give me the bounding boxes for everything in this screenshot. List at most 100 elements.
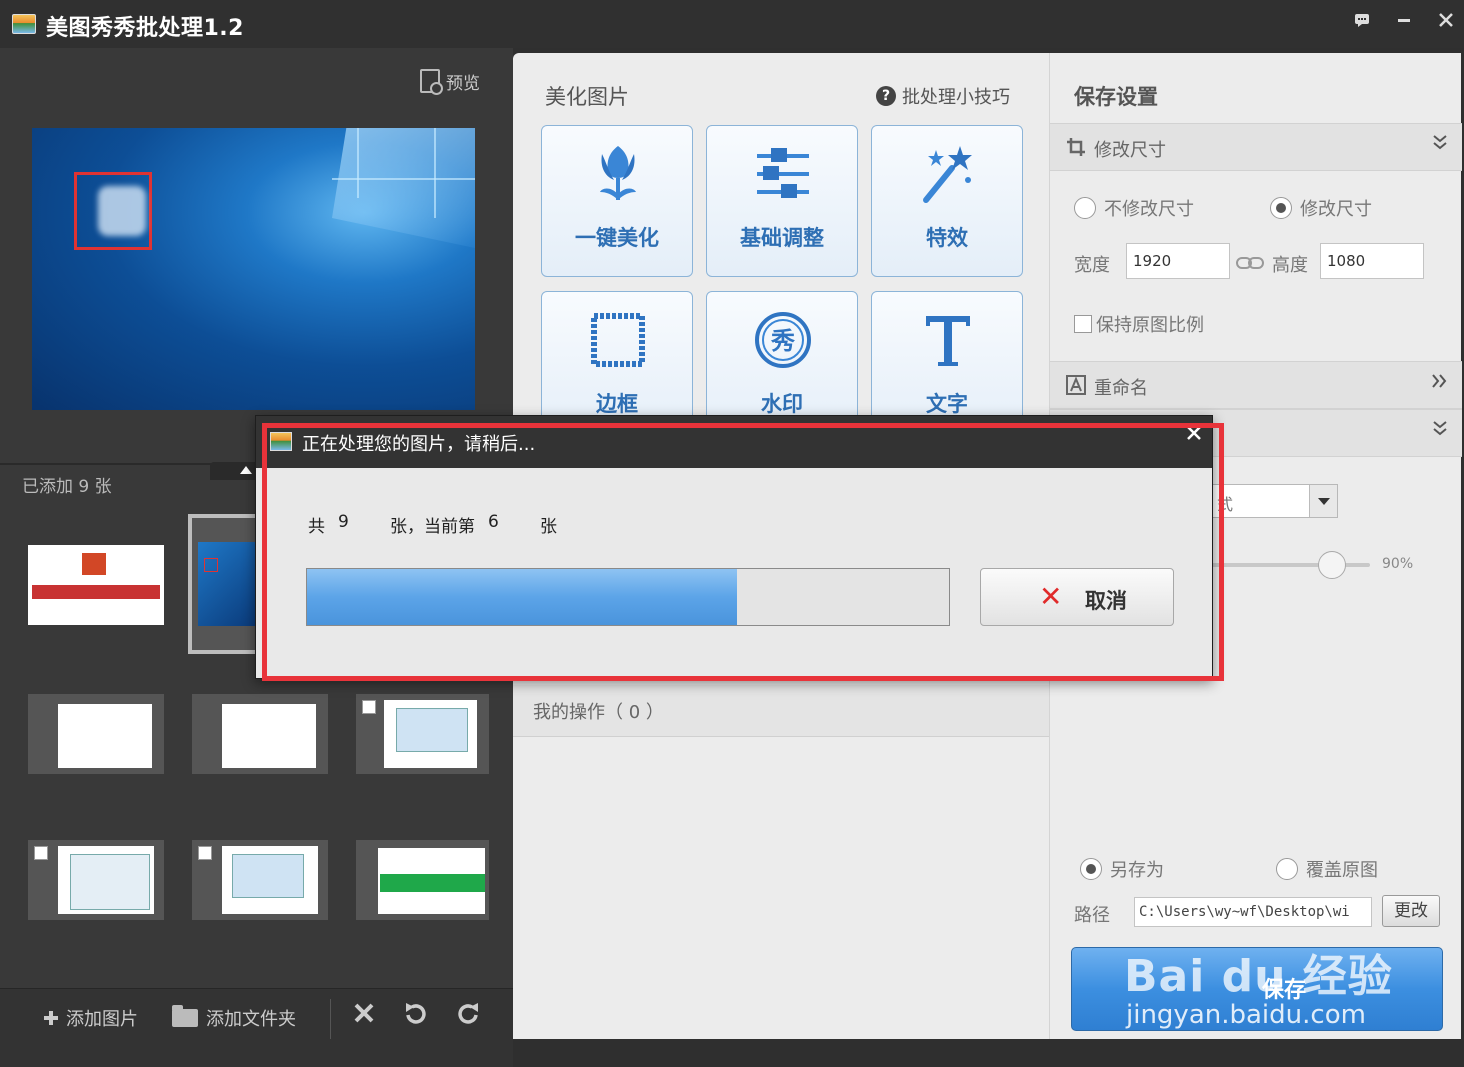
radio-button[interactable]: [1276, 858, 1298, 880]
rotate-left-icon[interactable]: [402, 1001, 430, 1032]
preview-pane-line: [332, 178, 475, 180]
width-input[interactable]: 1920: [1126, 243, 1230, 279]
radio-label: 覆盖原图: [1306, 860, 1378, 881]
radio-overwrite[interactable]: 覆盖原图: [1276, 856, 1378, 882]
height-input[interactable]: 1080: [1320, 243, 1424, 279]
sliders-icon: [757, 148, 809, 198]
plus-icon: [44, 1011, 58, 1025]
frame-icon: [591, 313, 645, 367]
quality-slider-handle[interactable]: [1318, 551, 1346, 579]
cancel-button[interactable]: ✕ 取消: [980, 568, 1174, 626]
quality-value: 90%: [1382, 556, 1414, 572]
feedback-icon[interactable]: [1344, 6, 1380, 36]
change-path-button[interactable]: 更改: [1382, 895, 1440, 927]
thumbnail[interactable]: [356, 840, 489, 920]
quality-slider-track[interactable]: [1210, 563, 1370, 567]
crop-icon: [1067, 138, 1085, 156]
radio-change-size[interactable]: 修改尺寸: [1270, 195, 1372, 221]
resize-section-label: 修改尺寸: [1094, 140, 1166, 161]
preview-image[interactable]: [32, 128, 475, 410]
help-icon: ?: [876, 86, 896, 106]
toolbar-separator: [330, 999, 331, 1039]
powerpoint-logo-icon: [82, 553, 106, 575]
app-title: 美图秀秀批处理1.2: [46, 16, 244, 41]
radio-label: 另存为: [1110, 860, 1164, 881]
format-select-value: 式: [1217, 495, 1234, 514]
add-folder-button[interactable]: 添加文件夹: [172, 1005, 296, 1031]
tool-label: 水印: [761, 392, 803, 416]
thumbnail[interactable]: [28, 694, 164, 774]
path-input[interactable]: C:\Users\wy~wf\Desktop\wi: [1134, 897, 1372, 927]
app-logo-icon: [270, 432, 292, 451]
tool-label: 一键美化: [575, 226, 659, 250]
thumbnail-checkbox[interactable]: [204, 558, 218, 572]
delete-icon[interactable]: [352, 1001, 376, 1032]
tool-effects[interactable]: 特效: [871, 125, 1023, 277]
radio-keep-size[interactable]: 不修改尺寸: [1074, 195, 1194, 221]
close-icon[interactable]: [1428, 6, 1464, 36]
dialog-title-bar: 正在处理您的图片，请稍后...: [256, 416, 1212, 468]
rename-section-header[interactable]: 重命名: [1050, 361, 1462, 409]
baidu-watermark-url: jingyan.baidu.com: [1126, 1000, 1366, 1030]
rename-icon: [1066, 375, 1086, 395]
keep-ratio-label: 保持原图比例: [1096, 315, 1204, 336]
preview-blurred-icon: [98, 186, 146, 236]
thumbnail[interactable]: [188, 514, 260, 654]
thumbnail[interactable]: [192, 694, 328, 774]
checkbox-box[interactable]: [1074, 315, 1092, 333]
my-operations-header[interactable]: 我的操作（ 0 ）: [513, 685, 1049, 737]
resize-section-header[interactable]: 修改尺寸: [1050, 123, 1462, 171]
tips-link[interactable]: ? 批处理小技巧: [876, 83, 1010, 109]
thumbnail-content: [198, 542, 256, 626]
preview-pane-line: [357, 128, 359, 198]
chevron-down-icon[interactable]: [1309, 485, 1337, 517]
add-image-button[interactable]: 添加图片: [42, 1005, 138, 1031]
keep-ratio-checkbox[interactable]: 保持原图比例: [1074, 311, 1204, 337]
format-select[interactable]: 式: [1210, 484, 1338, 518]
watermark-icon: 秀: [755, 312, 811, 368]
thumbnail[interactable]: [28, 545, 164, 625]
title-bar: 美图秀秀批处理1.2: [0, 0, 1464, 48]
save-settings-title: 保存设置: [1074, 85, 1158, 109]
current-prefix: 张，当前第: [390, 517, 475, 537]
thumbnail-dialog: [70, 854, 150, 910]
radio-button[interactable]: [1074, 197, 1096, 219]
radio-save-as[interactable]: 另存为: [1080, 856, 1164, 882]
progress-bar: [306, 568, 950, 626]
tool-basic-adjust[interactable]: 基础调整: [706, 125, 858, 277]
chevron-right-icon[interactable]: [1430, 370, 1448, 394]
cancel-x-icon: ✕: [1039, 580, 1063, 613]
thumbnail[interactable]: [356, 694, 489, 774]
thumbnail-checkbox[interactable]: [34, 846, 48, 860]
add-image-label: 添加图片: [66, 1009, 138, 1030]
thumbnail-banner: [380, 874, 485, 892]
dialog-title: 正在处理您的图片，请稍后...: [302, 434, 536, 455]
chevron-down-icon[interactable]: [1432, 418, 1448, 442]
radio-label: 修改尺寸: [1300, 199, 1372, 220]
magic-wand-icon: [923, 146, 972, 203]
tool-label: 文字: [926, 392, 968, 416]
close-icon[interactable]: [1186, 422, 1202, 447]
thumbnail[interactable]: [192, 840, 328, 920]
thumbnail[interactable]: [28, 840, 164, 920]
preview-button[interactable]: 预览: [420, 68, 480, 95]
rotate-right-icon[interactable]: [454, 1001, 482, 1032]
rename-section-label: 重命名: [1094, 378, 1148, 399]
height-label: 高度: [1272, 255, 1308, 276]
preview-label: 预览: [446, 73, 480, 94]
thumbnail-checkbox[interactable]: [362, 700, 376, 714]
app-logo-icon: [12, 14, 36, 34]
cancel-label: 取消: [1085, 589, 1127, 613]
bottom-toolbar: 添加图片 添加文件夹: [0, 988, 513, 1067]
tool-label: 特效: [926, 226, 968, 250]
radio-button[interactable]: [1080, 858, 1102, 880]
radio-button[interactable]: [1270, 197, 1292, 219]
link-icon[interactable]: [1236, 256, 1264, 270]
chevron-down-icon[interactable]: [1432, 132, 1448, 156]
minimize-icon[interactable]: [1386, 6, 1422, 36]
folder-icon: [172, 1005, 198, 1027]
thumbnail-checkbox[interactable]: [198, 846, 212, 860]
width-label: 宽度: [1074, 255, 1110, 276]
thumbnail-content: [32, 585, 160, 599]
tool-one-click-beautify[interactable]: 一键美化: [541, 125, 693, 277]
